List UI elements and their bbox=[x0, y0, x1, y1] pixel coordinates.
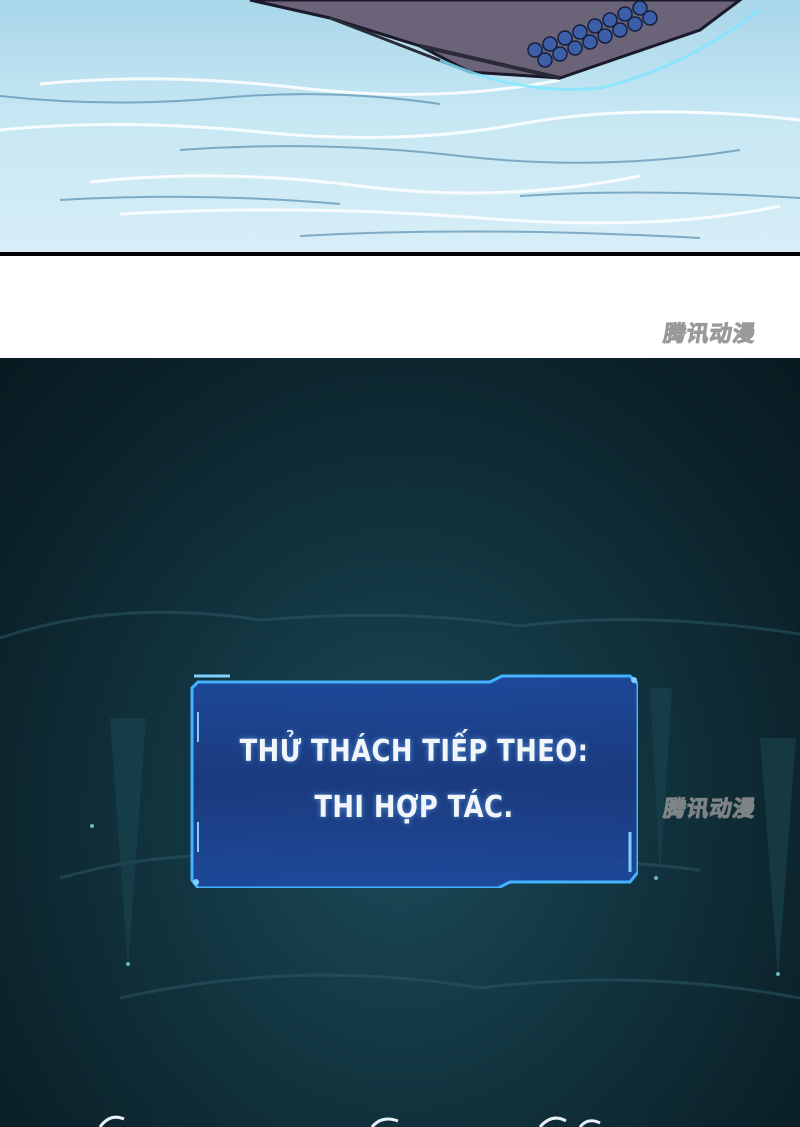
top-panel-ice-scene bbox=[0, 0, 800, 252]
system-message: THỬ THÁCH TIẾP THEO: THI HỢP TÁC. bbox=[221, 672, 606, 888]
raft bbox=[249, 0, 761, 91]
ice-water-illustration bbox=[0, 0, 800, 239]
watermark-logo-side: 腾讯动漫 bbox=[661, 797, 758, 823]
system-notification-box: THỬ THÁCH TIẾP THEO: THI HỢP TÁC. bbox=[190, 672, 638, 888]
watermark-logo: 腾讯动漫 bbox=[661, 322, 758, 348]
system-message-line-2: THI HỢP TÁC. bbox=[314, 790, 514, 825]
cutoff-lettering bbox=[98, 1115, 601, 1127]
system-message-line-1: THỬ THÁCH TIẾP THEO: bbox=[239, 734, 589, 769]
